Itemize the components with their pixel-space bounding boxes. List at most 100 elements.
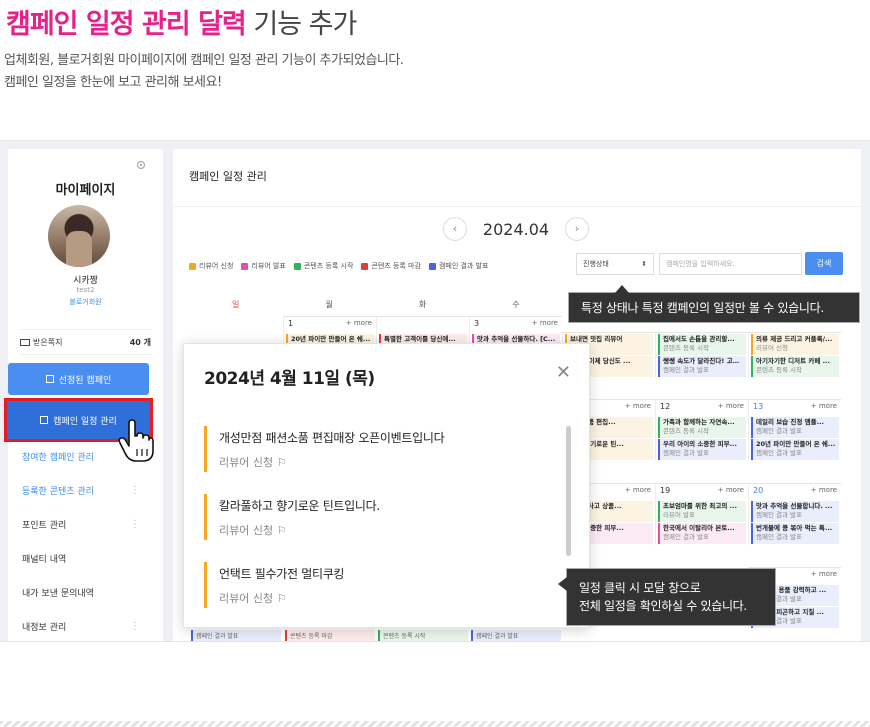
more-link[interactable]: + more [811,570,837,582]
legend-swatch [361,262,369,270]
menu-label: 등록한 콘텐츠 관리 [22,486,94,497]
event-chip[interactable]: 콘텐츠 등록 마감 [285,630,375,641]
day-number: 12 [660,402,671,411]
event-chip[interactable]: 쌩쌩 속도가 달라진다! 고백... 캠페인 결과 발표 [658,356,746,377]
event-chip[interactable]: 가족과 함께하는 자연속... 콘텐츠 등록 시작 [658,417,746,438]
more-link[interactable]: + more [625,486,651,498]
day-cell[interactable]: 20 + more 맛과 추억을 선물합니다. ... 캠페인 결과 발표 번개불에… [748,483,841,545]
day-cell[interactable]: 의류 제공 드리고 커플룩/... 리뷰어 신청 아기자기한 디저트 카페 ...… [748,332,841,378]
weekday: 화 [418,300,427,309]
day-schedule-modal: 2024년 4월 11일 (목) ✕ 개성만점 패션소품 편집매장 오픈이벤트입… [183,343,590,628]
modal-date-title: 2024년 4월 11일 (목) [204,369,375,389]
event-chip[interactable]: 아기자기한 디저트 카페 ... 콘텐츠 등록 시작 [751,356,839,377]
legend-swatch [293,262,301,270]
calendar-icon [40,416,49,424]
menu-label: 내가 보낸 문의내역 [22,588,94,599]
flag-icon: ⚐ [276,456,287,469]
modal-scrollbar[interactable] [566,426,571,556]
feature-desc-line2: 캠페인 일정을 한눈에 보고 관리해 보세요! [4,75,222,90]
user-nickname: 시카짱 [73,276,98,286]
user-grade: 블로거회원 [69,298,102,306]
user-id: test2 [76,286,95,294]
more-link[interactable]: + more [625,402,651,414]
modal-event-title: 개성만점 패션소품 편집매장 오픈이벤트입니다 [219,431,445,445]
legend-item: 콘텐츠 등록 시작 [293,261,353,271]
more-link[interactable]: + more [532,319,558,331]
event-chip[interactable]: 집에서도 손톱을 관리할... 콘텐츠 등록 시작 [658,334,746,355]
menu-inquiries[interactable]: 내가 보낸 문의내역 [22,575,140,609]
event-chip[interactable]: 한국에서 이탈리아 본토... 캠페인 결과 발표 [658,523,746,544]
event-chip[interactable]: 번개불에 콩 볶아 먹는 특... 캠페인 결과 발표 [751,523,839,544]
tooltip-line: 일정 클릭 시 모달 창으로 [579,581,701,595]
modal-event-item[interactable]: 칼라풀하고 향기로운 틴트입니다. 리뷰어 신청 ⚐ [204,494,559,540]
more-link[interactable]: + more [718,402,744,414]
legend-item: 리뷰어 발표 [241,261,286,271]
feature-title-highlight: 캠페인 일정 관리 달력 [6,9,247,40]
menu-penalty[interactable]: 패널티 내역 [22,541,140,575]
gear-icon[interactable] [135,159,147,171]
modal-event-item[interactable]: 개성만점 패션소품 편집매장 오픈이벤트입니다 리뷰어 신청 ⚐ [204,426,559,472]
more-dots-icon[interactable]: ⋮ [130,519,140,530]
menu-label: 참여한 캠페인 관리 [22,452,94,463]
event-chip[interactable]: 캠페인 결과 발표 [471,630,561,641]
search-button[interactable]: 검색 [805,252,843,275]
modal-event-status: 리뷰어 신청 [219,592,274,605]
modal-event-status: 리뷰어 신청 [219,456,274,469]
next-month-button[interactable]: › [564,217,589,241]
legend-item: 리뷰어 신청 [189,261,233,271]
day-cell[interactable]: 집에서도 손톱을 관리할... 콘텐츠 등록 시작 쌩쌩 속도가 달라진다! 고백… [655,332,748,378]
tooltip-line: 전체 일정을 확인하실 수 있습니다. [579,599,747,613]
day-number: 19 [660,486,671,495]
mypage-sidebar: 마이페이지 시카짱 test2 블로거회원 받은쪽지 40 개 선정된 캠페인 … [4,149,163,641]
panel-title: 캠페인 일정 관리 [189,170,267,183]
more-dots-icon[interactable]: ⋮ [130,485,140,496]
event-chip[interactable]: 콘텐츠 등록 시작 [378,630,468,641]
event-chip[interactable]: 캠페인 결과 발표 [191,630,281,641]
prev-month-button[interactable]: ‹ [443,217,467,241]
mypage-title: 마이페이지 [55,183,116,198]
day-cell[interactable]: 19 + more 초보엄마를 위한 최고의 ... 리뷰어 발표 한국에서 이탈리… [655,483,748,545]
flag-icon: ⚐ [276,592,287,605]
legend-item: 캠페인 결과 발표 [428,261,488,271]
status-select-value: 진행상태 [583,260,609,268]
menu-my-info[interactable]: 내정보 관리 ⋮ [22,609,140,641]
chevron-down-icon: ⬍ [641,260,647,268]
status-select[interactable]: 진행상태 ⬍ [576,253,654,275]
menu-label: 포인트 관리 [22,520,67,531]
legend-swatch [189,262,196,270]
day-number: 1 [288,319,294,328]
close-icon[interactable]: ✕ [556,362,571,383]
flag-icon: ⚐ [276,524,287,537]
menu-registered-contents[interactable]: 등록한 콘텐츠 관리 ⋮ [22,473,140,507]
weekday: 월 [325,300,333,309]
more-link[interactable]: + more [811,486,837,498]
feature-description: 업체회원, 블로거회원 마이페이지에 캠페인 일정 관리 기능이 추가되었습니다… [4,50,404,94]
modal-event-status: 리뷰어 신청 [219,524,274,537]
campaign-schedule-label: 캠페인 일정 관리 [53,416,117,427]
day-cell[interactable]: 13 + more 데일리 보습 진정 앰플... 캠페인 결과 발표 20년 파이… [748,399,841,461]
event-legend: 리뷰어 신청 리뷰어 발표 콘텐츠 등록 시작 콘텐츠 등록 마감 캠페인 결과… [189,261,496,271]
modal-event-title: 칼라풀하고 향기로운 틴트입니다. [219,499,380,513]
day-cell[interactable]: 12 + more 가족과 함께하는 자연속... 콘텐츠 등록 시작 우리 아이의… [655,399,748,461]
modal-event-item[interactable]: 언택트 필수가전 멀티쿠킹 리뷰어 신청 ⚐ [204,562,559,608]
event-chip[interactable]: 초보엄마를 위한 최고의 ... 리뷰어 발표 [658,501,746,522]
more-link[interactable]: + more [346,319,372,331]
received-messages[interactable]: 받은쪽지 40 개 [20,329,151,355]
more-dots-icon[interactable]: ⋮ [130,621,140,632]
month-navigator: ‹ 2024.04 › [443,217,589,241]
event-chip[interactable]: 데일리 보습 진정 앰플... 캠페인 결과 발표 [751,417,839,438]
event-chip[interactable]: 맛과 추억을 선물합니다. ... 캠페인 결과 발표 [751,501,839,522]
modal-tooltip: 일정 클릭 시 모달 창으로 전체 일정을 확인하실 수 있습니다. [558,568,776,626]
feature-title: 캠페인 일정 관리 달력 기능 추가 [6,2,357,41]
menu-points[interactable]: 포인트 관리 ⋮ [22,507,140,541]
campaign-search-input[interactable]: 캠페인명을 입력하세요. [659,253,802,275]
more-link[interactable]: + more [811,402,837,414]
event-chip[interactable]: 의류 제공 드리고 커플룩/... 리뷰어 신청 [751,334,839,355]
weekday: 일 [232,300,240,309]
feature-desc-line1: 업체회원, 블로거회원 마이페이지에 캠페인 일정 관리 기능이 추가되었습니다… [4,53,404,68]
event-chip[interactable]: 우리 아이의 소중한 피부... 캠페인 결과 발표 [658,439,746,460]
selected-campaign-button[interactable]: 선정된 캠페인 [8,363,149,395]
event-chip[interactable]: 20년 파이만 만들어 온 쉐... 캠페인 결과 발표 [751,439,839,460]
decorative-stripe [0,721,870,727]
more-link[interactable]: + more [718,486,744,498]
